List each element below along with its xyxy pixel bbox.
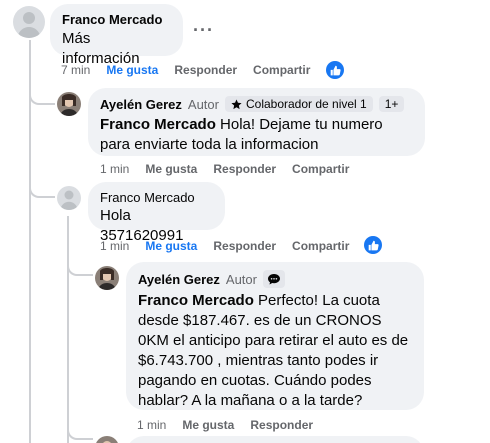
chat-bubble-icon[interactable]: [262, 270, 285, 288]
profile-photo-icon: [57, 92, 81, 116]
thread-curve-reply-1: [29, 78, 55, 105]
comment-text: Franco Mercado Perfecto! La cuota desde …: [138, 291, 412, 411]
comment-actions: 1 min Me gusta Responder Compartir: [100, 239, 365, 253]
timestamp[interactable]: 7 min: [61, 63, 90, 77]
default-avatar-icon: [57, 186, 81, 210]
avatar[interactable]: [13, 6, 45, 38]
reply-button[interactable]: Responder: [213, 162, 276, 176]
comment-bubble: Franco Mercado Más información: [50, 4, 183, 67]
thumbs-up-icon[interactable]: [364, 236, 382, 254]
profile-photo-icon: [95, 266, 119, 290]
thread-curve-reply-2: [29, 170, 55, 198]
comment-author[interactable]: Ayelén Gerez: [100, 97, 182, 112]
reply-button[interactable]: Responder: [174, 63, 237, 77]
default-avatar-icon: [13, 6, 45, 38]
timestamp[interactable]: 1 min: [100, 239, 129, 253]
avatar[interactable]: [57, 92, 81, 116]
profile-photo-icon: [95, 436, 119, 443]
author-label: Autor: [225, 271, 257, 287]
more-options-button[interactable]: ···: [193, 20, 214, 41]
like-button[interactable]: Me gusta: [145, 239, 197, 253]
share-button[interactable]: Compartir: [292, 162, 349, 176]
thread-line-nested: [67, 216, 69, 443]
badge-label: Colaborador de nivel 1: [245, 97, 367, 111]
comment-message: Perfecto! La cuota desde $187.467. es de…: [138, 292, 409, 409]
avatar[interactable]: [57, 186, 81, 210]
avatar[interactable]: [95, 266, 119, 290]
timestamp[interactable]: 1 min: [100, 162, 129, 176]
comment-author[interactable]: Franco Mercado: [100, 190, 213, 205]
comment-bubble: [126, 436, 424, 443]
comment-header: Ayelén Gerez Autor Colaborador de nivel …: [100, 96, 413, 112]
avatar[interactable]: [95, 436, 119, 443]
comment-bubble: Ayelén Gerez Autor Colaborador de nivel …: [88, 88, 425, 156]
like-button[interactable]: Me gusta: [145, 162, 197, 176]
share-button[interactable]: Compartir: [292, 239, 349, 253]
thread-curve-reply-4: [67, 420, 93, 440]
author-label: Autor: [187, 96, 219, 112]
thread-curve-reply-3: [67, 252, 93, 276]
mention-link[interactable]: Franco Mercado: [138, 292, 254, 309]
comment-actions: 1 min Me gusta Responder: [137, 418, 329, 432]
comment-bubble: Ayelén Gerez Autor Franco Mercado Perfec…: [126, 262, 424, 410]
share-button[interactable]: Compartir: [253, 63, 310, 77]
reply-button[interactable]: Responder: [250, 418, 313, 432]
comment-actions: 1 min Me gusta Responder Compartir: [100, 162, 365, 176]
more-badges[interactable]: 1+: [378, 96, 405, 112]
reply-button[interactable]: Responder: [213, 239, 276, 253]
comment-author[interactable]: Ayelén Gerez: [138, 272, 220, 287]
comment-author[interactable]: Franco Mercado: [62, 12, 171, 27]
timestamp[interactable]: 1 min: [137, 418, 166, 432]
thumbs-up-icon[interactable]: [326, 61, 344, 79]
mention-link[interactable]: Franco Mercado: [100, 116, 216, 133]
like-button[interactable]: Me gusta: [182, 418, 234, 432]
like-button[interactable]: Me gusta: [106, 63, 158, 77]
star-icon: [231, 98, 242, 109]
comment-bubble: Franco Mercado Hola 3571620991: [88, 182, 225, 244]
comment-text: Franco Mercado Hola! Dejame tu numero pa…: [100, 115, 413, 155]
comment-header: Ayelén Gerez Autor: [138, 270, 412, 288]
comment-actions: 7 min Me gusta Responder Compartir: [61, 63, 326, 77]
contributor-badge[interactable]: Colaborador de nivel 1: [224, 96, 373, 112]
